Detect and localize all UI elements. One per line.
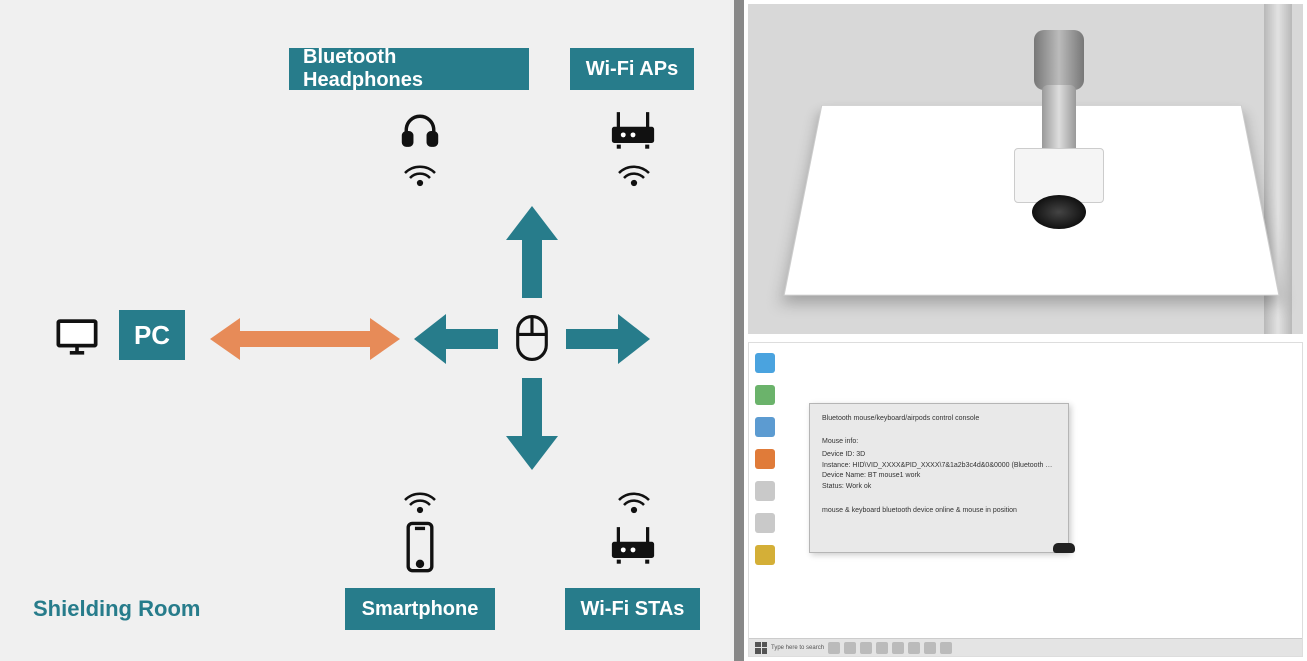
bluetooth-headphones-label: Bluetooth Headphones bbox=[289, 48, 529, 90]
taskbar-item[interactable] bbox=[908, 642, 920, 654]
arrow-down-icon bbox=[506, 378, 558, 475]
shielding-room-label: Shielding Room bbox=[33, 596, 200, 622]
control-console-dialog: Bluetooth mouse/keyboard/airpods control… bbox=[809, 403, 1069, 553]
desktop-icon bbox=[755, 481, 775, 501]
taskbar-item[interactable] bbox=[876, 642, 888, 654]
desktop-icon bbox=[755, 417, 775, 437]
wifi-signal-icon bbox=[400, 158, 440, 188]
panel-divider bbox=[734, 0, 744, 661]
wifi-signal-icon bbox=[614, 158, 654, 188]
dialog-row: Instance: HID\VID_XXXX&PID_XXXX\7&1a2b3c… bbox=[822, 461, 1056, 472]
headphones-icon bbox=[395, 105, 445, 155]
taskbar-item[interactable] bbox=[844, 642, 856, 654]
wifi-signal-icon bbox=[614, 485, 654, 515]
pc-label: PC bbox=[119, 310, 185, 360]
desktop-screenshot: Bluetooth mouse/keyboard/airpods control… bbox=[748, 342, 1303, 657]
taskbar: Type here to search bbox=[749, 638, 1302, 656]
equipment-photo bbox=[748, 4, 1303, 334]
wifi-aps-label: Wi-Fi APs bbox=[570, 48, 694, 90]
desktop-icon bbox=[755, 545, 775, 565]
mouse-icon bbox=[510, 311, 554, 365]
taskbar-item[interactable] bbox=[940, 642, 952, 654]
desktop-icon bbox=[755, 385, 775, 405]
taskbar-item[interactable] bbox=[924, 642, 936, 654]
router-icon bbox=[605, 105, 661, 155]
dialog-row: Device Name: BT mouse1 work bbox=[822, 471, 1056, 482]
mouse-photo-icon bbox=[1053, 543, 1075, 553]
router-icon bbox=[605, 520, 661, 570]
monitor-icon bbox=[52, 312, 102, 362]
smartphone-label: Smartphone bbox=[345, 588, 495, 630]
dialog-title: Bluetooth mouse/keyboard/airpods control… bbox=[822, 414, 1056, 425]
desktop-icons-column bbox=[755, 353, 775, 565]
arrow-up-icon bbox=[506, 206, 558, 303]
taskbar-item[interactable] bbox=[828, 642, 840, 654]
dialog-row: Status: Work ok bbox=[822, 482, 1056, 493]
taskbar-search-text[interactable]: Type here to search bbox=[771, 645, 824, 651]
dialog-section-head: Mouse info: bbox=[822, 437, 1056, 448]
dialog-footer: mouse & keyboard bluetooth device online… bbox=[822, 506, 1056, 517]
taskbar-item[interactable] bbox=[860, 642, 872, 654]
desktop-icon bbox=[755, 353, 775, 373]
desktop-icon bbox=[755, 449, 775, 469]
wifi-stas-label: Wi-Fi STAs bbox=[565, 588, 700, 630]
double-arrow-icon bbox=[210, 318, 400, 365]
start-button[interactable] bbox=[755, 642, 767, 654]
dialog-row: Device ID: 3D bbox=[822, 450, 1056, 461]
desktop-icon bbox=[755, 513, 775, 533]
smartphone-icon bbox=[401, 518, 439, 576]
taskbar-item[interactable] bbox=[892, 642, 904, 654]
arrow-left-icon bbox=[414, 314, 498, 369]
diagram-panel: Bluetooth Headphones Wi-Fi APs bbox=[0, 0, 734, 661]
arrow-right-icon bbox=[566, 314, 650, 369]
wifi-signal-icon bbox=[400, 485, 440, 515]
photo-screenshot-panel: Bluetooth mouse/keyboard/airpods control… bbox=[744, 0, 1307, 661]
